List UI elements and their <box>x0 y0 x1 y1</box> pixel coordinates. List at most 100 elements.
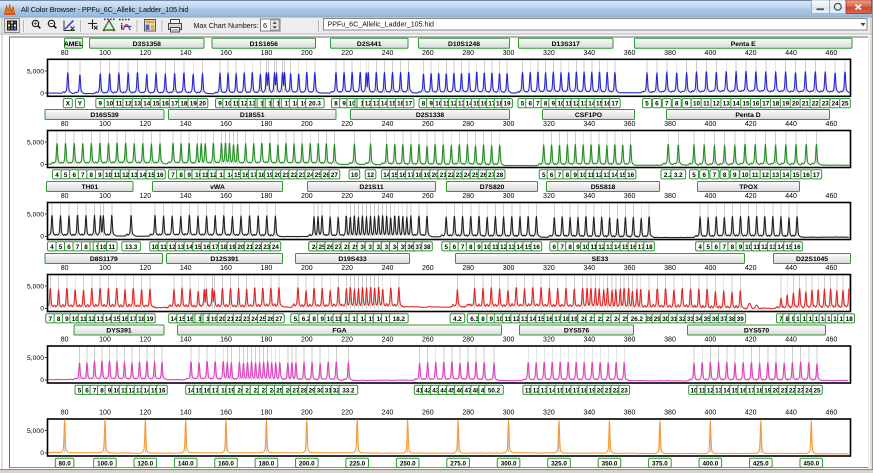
svg-text:10: 10 <box>106 101 114 108</box>
svg-text:8: 8 <box>100 387 104 394</box>
svg-text:0: 0 <box>40 91 44 98</box>
svg-text:13: 13 <box>723 101 731 108</box>
svg-text:9: 9 <box>187 172 191 179</box>
svg-text:9: 9 <box>429 101 433 108</box>
svg-text:16: 16 <box>627 172 635 179</box>
svg-text:340: 340 <box>583 337 595 344</box>
svg-text:D3S1358: D3S1358 <box>133 41 162 48</box>
svg-text:6: 6 <box>72 172 76 179</box>
svg-text:200: 200 <box>301 337 313 344</box>
svg-text:DYS576: DYS576 <box>564 328 590 335</box>
svg-text:360: 360 <box>624 193 636 200</box>
svg-text:420: 420 <box>745 410 757 417</box>
svg-text:460: 460 <box>826 193 838 200</box>
svg-text:D18S51: D18S51 <box>240 112 265 119</box>
svg-text:340: 340 <box>583 193 595 200</box>
svg-text:340: 340 <box>583 265 595 272</box>
svg-text:140: 140 <box>180 265 192 272</box>
svg-text:220: 220 <box>341 337 353 344</box>
svg-text:AMEL: AMEL <box>64 41 83 48</box>
svg-text:5: 5 <box>692 172 696 179</box>
svg-text:140: 140 <box>180 50 192 57</box>
svg-text:38: 38 <box>423 244 431 251</box>
svg-text:200: 200 <box>301 265 313 272</box>
svg-text:100: 100 <box>99 50 111 57</box>
svg-text:375.0: 375.0 <box>652 460 668 467</box>
svg-text:12: 12 <box>367 172 375 179</box>
svg-text:200: 200 <box>301 410 313 417</box>
svg-text:5,000: 5,000 <box>27 355 44 362</box>
svg-text:7: 7 <box>93 387 97 394</box>
svg-text:14: 14 <box>782 172 790 179</box>
svg-text:7: 7 <box>536 101 540 108</box>
svg-text:260: 260 <box>422 265 434 272</box>
svg-text:120.0: 120.0 <box>137 460 153 467</box>
svg-text:17: 17 <box>171 101 179 108</box>
svg-text:6: 6 <box>85 387 89 394</box>
svg-text:12: 12 <box>762 172 770 179</box>
svg-text:9: 9 <box>99 101 103 108</box>
svg-text:380: 380 <box>664 50 676 57</box>
svg-text:6: 6 <box>528 101 532 108</box>
svg-text:340: 340 <box>583 121 595 128</box>
svg-text:320: 320 <box>543 265 555 272</box>
svg-text:D21S11: D21S11 <box>359 184 383 191</box>
svg-text:7: 7 <box>558 172 562 179</box>
svg-text:11: 11 <box>160 244 167 251</box>
svg-text:DYS570: DYS570 <box>744 328 770 335</box>
svg-text:340: 340 <box>583 50 595 57</box>
svg-text:260: 260 <box>422 121 434 128</box>
svg-text:vWA: vWA <box>210 184 225 191</box>
svg-text:13: 13 <box>772 172 780 179</box>
svg-text:80: 80 <box>61 337 69 344</box>
svg-text:400: 400 <box>705 265 717 272</box>
svg-text:120: 120 <box>139 50 151 57</box>
svg-text:380: 380 <box>664 410 676 417</box>
svg-text:300: 300 <box>503 265 515 272</box>
svg-text:360: 360 <box>624 337 636 344</box>
svg-text:120: 120 <box>139 265 151 272</box>
svg-text:9: 9 <box>342 101 346 108</box>
svg-text:D10S1248: D10S1248 <box>448 41 480 48</box>
svg-text:140: 140 <box>180 193 192 200</box>
svg-text:4: 4 <box>55 172 59 179</box>
svg-text:18: 18 <box>846 316 854 323</box>
svg-text:9: 9 <box>685 101 689 108</box>
svg-text:400: 400 <box>705 193 717 200</box>
svg-text:6: 6 <box>67 244 71 251</box>
svg-text:240: 240 <box>382 265 394 272</box>
svg-text:TH01: TH01 <box>81 184 98 191</box>
svg-text:460: 460 <box>826 410 838 417</box>
svg-text:D5S818: D5S818 <box>591 184 616 191</box>
svg-text:80: 80 <box>61 265 69 272</box>
svg-text:460: 460 <box>826 50 838 57</box>
svg-text:360: 360 <box>624 265 636 272</box>
svg-text:8: 8 <box>57 316 61 323</box>
svg-text:140: 140 <box>180 337 192 344</box>
svg-text:160: 160 <box>220 50 232 57</box>
svg-text:13.3: 13.3 <box>125 244 138 251</box>
svg-text:300: 300 <box>503 50 515 57</box>
svg-text:18: 18 <box>180 101 188 108</box>
svg-text:380: 380 <box>664 265 676 272</box>
svg-text:D16S539: D16S539 <box>90 112 119 119</box>
svg-text:180: 180 <box>261 50 273 57</box>
svg-text:360: 360 <box>624 121 636 128</box>
svg-text:i: i <box>121 22 124 32</box>
svg-text:8: 8 <box>731 244 735 251</box>
svg-text:220: 220 <box>341 410 353 417</box>
svg-text:400: 400 <box>705 121 717 128</box>
svg-text:17: 17 <box>762 101 770 108</box>
svg-text:25: 25 <box>841 101 849 108</box>
svg-text:140.0: 140.0 <box>178 460 194 467</box>
svg-text:14: 14 <box>733 101 741 108</box>
svg-text:6: 6 <box>550 172 554 179</box>
svg-text:280: 280 <box>462 50 474 57</box>
svg-text:100: 100 <box>99 121 111 128</box>
svg-text:9: 9 <box>320 316 324 323</box>
svg-text:450.0: 450.0 <box>803 460 819 467</box>
svg-text:400: 400 <box>705 410 717 417</box>
svg-text:8: 8 <box>723 172 727 179</box>
svg-text:8: 8 <box>566 172 570 179</box>
svg-text:8: 8 <box>568 244 572 251</box>
